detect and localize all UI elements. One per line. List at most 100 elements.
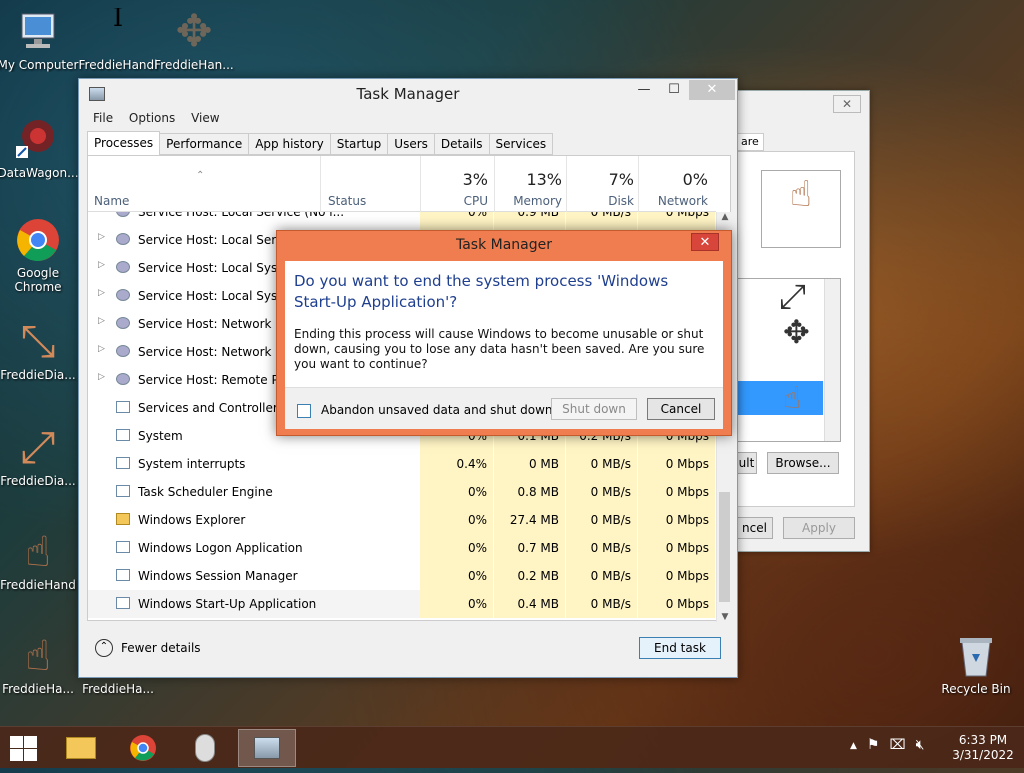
cancel-button[interactable]: ncel: [737, 517, 773, 539]
tab-processes[interactable]: Processes: [87, 131, 161, 155]
action-center-flag-icon[interactable]: ⚑: [867, 737, 880, 755]
column-header-network[interactable]: 0% Network: [638, 156, 708, 212]
tab-details[interactable]: Details: [434, 133, 490, 155]
cell-disk: 0 MB/s: [566, 478, 638, 506]
dialog-title: Task Manager: [455, 237, 553, 253]
desktop-icon-label: DataWagon...: [0, 166, 79, 180]
clock-time: 6:33 PM: [958, 733, 1008, 747]
scroll-down-icon[interactable]: ▼: [717, 612, 733, 622]
desktop-icon-freddiedia-2[interactable]: ⤢ FreddieDia...: [0, 424, 80, 488]
window-app-icon: [116, 541, 130, 553]
desktop-icon-my-computer[interactable]: My Computer: [0, 8, 80, 72]
cursor-list-scrollbar[interactable]: [824, 279, 840, 441]
hand-cursor-icon: ☝: [25, 528, 51, 576]
network-icon[interactable]: ⌧: [889, 737, 905, 755]
minimize-button[interactable]: —: [629, 80, 659, 100]
desktop-icon-label: FreddieDia...: [0, 474, 76, 488]
taskbar-mouse-properties[interactable]: [176, 729, 234, 767]
taskbar-chrome[interactable]: [114, 729, 172, 767]
close-icon[interactable]: ✕: [691, 233, 719, 251]
taskbar-task-manager[interactable]: [238, 729, 296, 767]
diagonal-resize-icon: ⤢: [779, 277, 807, 317]
mouse-properties-window[interactable]: ✕ are ☝ ⤢ ✥ ☝ ult Browse... ncel Apply: [736, 90, 870, 552]
tab-services[interactable]: Services: [489, 133, 554, 155]
cell-disk: 0 MB/s: [566, 506, 638, 534]
desktop-icon-freddiehan[interactable]: ✥ FreddieHan...: [152, 8, 236, 72]
close-icon[interactable]: ✕: [833, 95, 861, 113]
column-header-disk[interactable]: 7% Disk: [564, 156, 634, 212]
desktop-icon-google-chrome[interactable]: Google Chrome: [0, 216, 80, 294]
expand-chevron-icon[interactable]: ▷: [98, 232, 105, 242]
cell-memory: 0 MB: [494, 450, 566, 478]
desktop-icon-datawagon[interactable]: DataWagon...: [0, 116, 80, 180]
desktop-icon-freddiehand[interactable]: ☝ FreddieHand: [0, 528, 80, 592]
scroll-up-icon[interactable]: ▲: [717, 212, 733, 222]
expand-chevron-icon[interactable]: ▷: [98, 212, 105, 214]
tab-startup[interactable]: Startup: [330, 133, 389, 155]
tab-hardware[interactable]: are: [737, 133, 764, 151]
abandon-data-checkbox[interactable]: [297, 404, 311, 418]
process-name: Windows Logon Application: [138, 541, 303, 555]
window-app-icon: [116, 597, 130, 609]
cancel-button[interactable]: Cancel: [647, 398, 715, 420]
volume-muted-icon[interactable]: 🔇︎: [916, 737, 925, 755]
chrome-icon: [14, 216, 62, 264]
clock[interactable]: 6:33 PM 3/31/2022: [950, 733, 1016, 763]
tab-app-history[interactable]: App history: [249, 133, 331, 155]
maximize-button[interactable]: ☐: [659, 80, 689, 100]
cpu-label: CPU: [463, 194, 488, 208]
desktop-icon-freddieha-1[interactable]: ☝ FreddieHa...: [0, 632, 80, 696]
table-row[interactable]: Windows Start-Up Application 0% 0.4 MB 0 MB…: [88, 590, 716, 618]
column-header-name[interactable]: Name: [94, 194, 129, 208]
apply-button[interactable]: Apply: [783, 517, 855, 539]
desktop-icon-recycle-bin[interactable]: Recycle Bin: [934, 632, 1018, 696]
expand-chevron-icon[interactable]: ▷: [98, 344, 105, 354]
memory-label: Memory: [513, 194, 562, 208]
start-button[interactable]: [8, 735, 38, 761]
shut-down-button[interactable]: Shut down: [551, 398, 637, 420]
cursor-list[interactable]: ⤢ ✥ ☝: [737, 277, 841, 442]
desktop-icon-label: FreddieHan...: [154, 58, 234, 72]
desktop-icon-freddiedia-1[interactable]: ⤡ FreddieDia...: [0, 318, 80, 382]
clock-date: 3/31/2022: [952, 748, 1014, 762]
table-row[interactable]: ▷Service Host: Local Service (No l...0%0…: [88, 212, 716, 226]
column-header-status[interactable]: Status: [328, 194, 366, 208]
tab-performance[interactable]: Performance: [160, 133, 250, 155]
end-task-button[interactable]: End task: [639, 637, 721, 659]
expand-chevron-icon[interactable]: ▷: [98, 372, 105, 382]
table-row[interactable]: Windows Session Manager 0% 0.2 MB 0 MB/s 0 M…: [88, 562, 716, 590]
fewer-details-button[interactable]: ⌃ Fewer details: [95, 639, 201, 657]
table-row[interactable]: Task Scheduler Engine 0% 0.8 MB 0 MB/s 0 Mbp…: [88, 478, 716, 506]
expand-chevron-icon[interactable]: ▷: [98, 288, 105, 298]
menu-options[interactable]: Options: [129, 111, 175, 125]
expand-chevron-icon[interactable]: ▷: [98, 260, 105, 270]
expand-chevron-icon[interactable]: ▷: [98, 316, 105, 326]
table-row[interactable]: Windows Explorer 0% 27.4 MB 0 MB/s 0 Mbps: [88, 506, 716, 534]
diagonal-resize-icon: ⤢: [20, 424, 56, 473]
desktop-icon-label: FreddieHa...: [2, 682, 74, 696]
taskbar-file-explorer[interactable]: [52, 729, 110, 767]
cell-memory: 0.7 MB: [494, 534, 566, 562]
desktop-icon-freddiehandl[interactable]: I FreddieHandl: [76, 8, 160, 72]
use-default-button[interactable]: ult: [737, 452, 757, 474]
title-bar[interactable]: Task Manager — ☐ ✕: [79, 79, 737, 109]
close-button[interactable]: ✕: [689, 80, 735, 100]
menu-file[interactable]: File: [93, 111, 113, 125]
column-header-cpu[interactable]: 3% CPU: [418, 156, 488, 212]
scrollbar-thumb[interactable]: [719, 492, 730, 602]
end-process-dialog[interactable]: Task Manager ✕ Do you want to end the sy…: [276, 230, 732, 436]
browse-button[interactable]: Browse...: [767, 452, 839, 474]
process-name: Windows Session Manager: [138, 569, 298, 583]
diagonal-resize-icon: ⤡: [20, 318, 56, 367]
column-header-memory[interactable]: 13% Memory: [492, 156, 562, 212]
table-row[interactable]: System interrupts 0.4% 0 MB 0 MB/s 0 Mbps: [88, 450, 716, 478]
tab-users[interactable]: Users: [388, 133, 435, 155]
cursor-list-selected-item[interactable]: ☝: [737, 381, 823, 416]
table-row[interactable]: Windows Logon Application 0% 0.7 MB 0 MB/s 0…: [88, 534, 716, 562]
move-cursor-icon: ✥: [783, 313, 810, 351]
process-name: Windows Start-Up Application: [138, 597, 317, 611]
menu-view[interactable]: View: [191, 111, 219, 125]
computer-icon: [14, 8, 62, 56]
abandon-data-label[interactable]: Abandon unsaved data and shut down.: [321, 403, 556, 417]
show-hidden-icons-icon[interactable]: ▲: [850, 737, 857, 755]
